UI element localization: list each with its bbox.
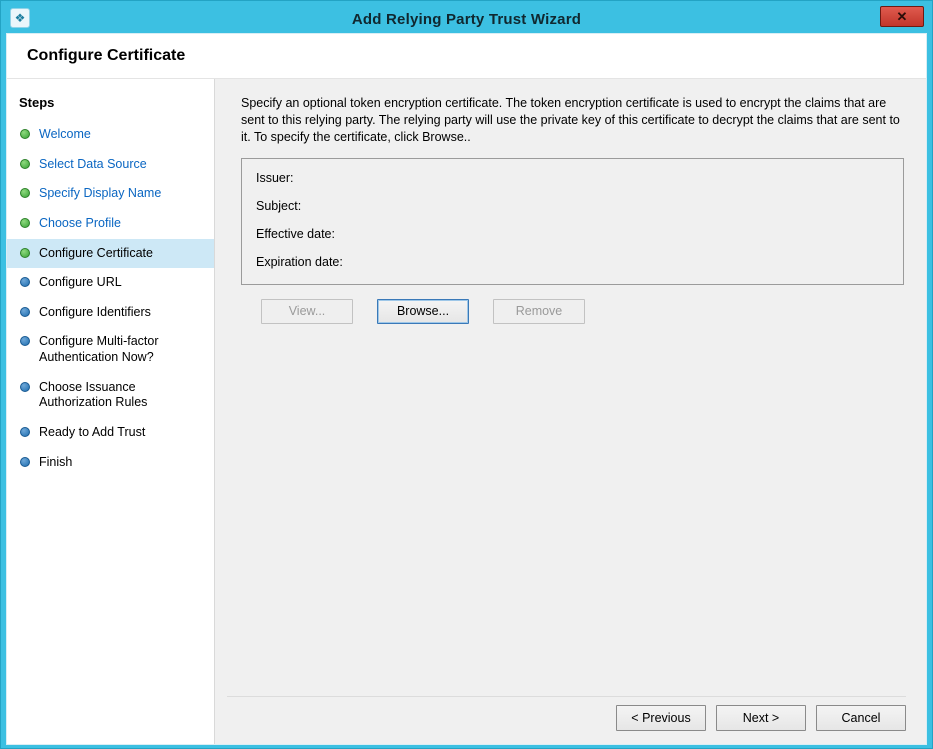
step-upcoming-icon	[20, 307, 30, 317]
sidebar-item-choose-issuance-authorization-rules[interactable]: Choose Issuance Authorization Rules	[7, 373, 214, 418]
step-completed-icon	[20, 129, 30, 139]
sidebar-item-welcome[interactable]: Welcome	[7, 120, 214, 150]
wizard-window: ❖ Add Relying Party Trust Wizard ✕ Confi…	[0, 0, 933, 749]
page-title: Configure Certificate	[27, 47, 185, 65]
step-upcoming-icon	[20, 427, 30, 437]
sidebar-item-configure-url[interactable]: Configure URL	[7, 268, 214, 298]
step-upcoming-icon	[20, 336, 30, 346]
sidebar-item-choose-profile[interactable]: Choose Profile	[7, 209, 214, 239]
wizard-app-icon: ❖	[10, 8, 30, 28]
sidebar-item-label: Choose Issuance Authorization Rules	[39, 380, 206, 411]
step-completed-icon	[20, 218, 30, 228]
window-title: Add Relying Party Trust Wizard	[352, 11, 581, 28]
browse-button[interactable]: Browse...	[377, 299, 469, 324]
remove-button: Remove	[493, 299, 585, 324]
sidebar-item-label: Configure Multi-factor Authentication No…	[39, 334, 206, 365]
sidebar-item-label: Configure URL	[39, 275, 122, 291]
wizard-dialog: Configure Certificate Steps Welcome Sele…	[6, 33, 927, 745]
sidebar-item-configure-mfa[interactable]: Configure Multi-factor Authentication No…	[7, 327, 214, 372]
effective-date-label: Effective date:	[256, 224, 889, 252]
step-upcoming-icon	[20, 382, 30, 392]
expiration-date-label: Expiration date:	[256, 252, 889, 280]
sidebar-item-label: Select Data Source	[39, 157, 147, 173]
sidebar-item-select-data-source[interactable]: Select Data Source	[7, 150, 214, 180]
step-upcoming-icon	[20, 277, 30, 287]
sidebar-item-label: Choose Profile	[39, 216, 121, 232]
sidebar-item-finish[interactable]: Finish	[7, 448, 214, 478]
sidebar-item-configure-certificate[interactable]: Configure Certificate	[7, 239, 214, 269]
sidebar-item-label: Configure Certificate	[39, 246, 153, 262]
steps-heading: Steps	[7, 87, 214, 120]
sidebar-item-specify-display-name[interactable]: Specify Display Name	[7, 179, 214, 209]
close-icon[interactable]: ✕	[880, 6, 924, 27]
previous-button[interactable]: < Previous	[616, 705, 706, 731]
step-completed-icon	[20, 188, 30, 198]
page-header: Configure Certificate	[7, 34, 926, 79]
issuer-label: Issuer:	[256, 168, 889, 196]
subject-label: Subject:	[256, 196, 889, 224]
wizard-footer: < Previous Next > Cancel	[227, 696, 906, 731]
view-button: View...	[261, 299, 353, 324]
titlebar[interactable]: ❖ Add Relying Party Trust Wizard ✕	[6, 6, 927, 33]
certificate-info-box: Issuer: Subject: Effective date: Expirat…	[241, 158, 904, 285]
cancel-button[interactable]: Cancel	[816, 705, 906, 731]
step-upcoming-icon	[20, 457, 30, 467]
sidebar-item-label: Ready to Add Trust	[39, 425, 145, 441]
sidebar-item-label: Finish	[39, 455, 72, 471]
sidebar-item-ready-to-add-trust[interactable]: Ready to Add Trust	[7, 418, 214, 448]
steps-sidebar: Steps Welcome Select Data Source Specify…	[7, 79, 215, 744]
step-description: Specify an optional token encryption cer…	[241, 95, 901, 146]
sidebar-item-label: Configure Identifiers	[39, 305, 151, 321]
sidebar-item-label: Specify Display Name	[39, 186, 161, 202]
step-completed-icon	[20, 159, 30, 169]
next-button[interactable]: Next >	[716, 705, 806, 731]
sidebar-item-configure-identifiers[interactable]: Configure Identifiers	[7, 298, 214, 328]
sidebar-item-label: Welcome	[39, 127, 91, 143]
step-current-icon	[20, 248, 30, 258]
main-panel: Specify an optional token encryption cer…	[215, 79, 926, 744]
certificate-actions: View... Browse... Remove	[261, 299, 904, 324]
